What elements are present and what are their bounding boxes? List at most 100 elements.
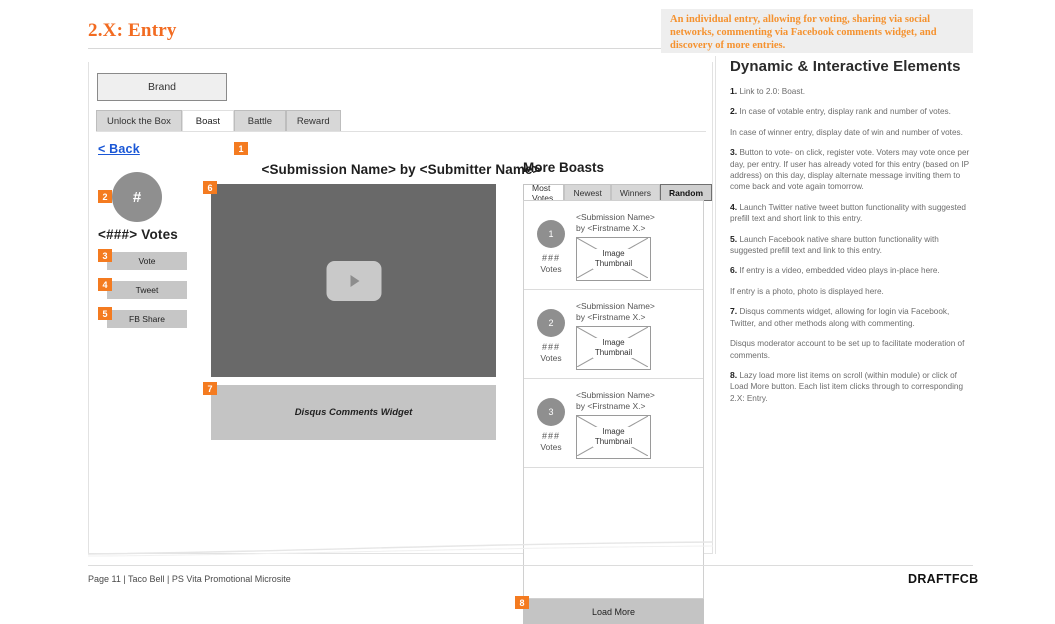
more-boasts-title: More Boasts	[523, 160, 605, 175]
annotation-item: 7. Disqus comments widget, allowing for …	[730, 306, 973, 329]
item-submission-name: <Submission Name> by <Firstname X.>	[576, 301, 655, 323]
annotation-item: 1. Link to 2.0: Boast.	[730, 86, 973, 97]
annotations-heading: Dynamic & Interactive Elements	[730, 58, 961, 75]
annotation-item: 8. Lazy load more list items on scroll (…	[730, 370, 973, 404]
annotations-list: 1. Link to 2.0: Boast. 2. In case of vota…	[730, 86, 973, 404]
tweet-button[interactable]: Tweet	[107, 281, 187, 299]
annotation-number: 5.	[730, 233, 738, 244]
item-votes-label: Votes	[540, 264, 562, 274]
filter-tab-newest[interactable]: Newest	[564, 184, 611, 201]
item-image-thumbnail[interactable]: Image Thumbnail	[576, 237, 651, 281]
entry-rank-circle: #	[112, 172, 162, 222]
annotation-number: 4.	[730, 201, 738, 212]
annotation-badge-4: 4	[98, 278, 112, 291]
play-button-icon[interactable]	[326, 260, 381, 301]
tab-bar-divider	[96, 131, 706, 132]
item-image-thumbnail[interactable]: Image Thumbnail	[576, 326, 651, 370]
annotation-number: 8.	[730, 369, 738, 380]
disqus-comments-widget[interactable]: Disqus Comments Widget	[211, 385, 496, 440]
annotation-text: In case of winner entry, display date of…	[730, 127, 963, 137]
agency-logo: DRAFTFCB	[908, 572, 979, 586]
list-item[interactable]: 3 ### Votes <Submission Name> by <Firstname …	[524, 379, 703, 468]
item-votes-label: Votes	[540, 353, 562, 363]
annotation-text: Disqus comments widget, allowing for log…	[730, 307, 950, 328]
page-title: 2.X: Entry	[88, 20, 177, 41]
vote-button[interactable]: Vote	[107, 252, 187, 270]
tab-unlock-the-box[interactable]: Unlock the Box	[96, 110, 182, 132]
annotation-item: Disqus moderator account to be set up to…	[730, 338, 973, 361]
item-submission-name: <Submission Name> by <Firstname X.>	[576, 212, 655, 234]
annotation-item: 6. If entry is a video, embedded video p…	[730, 265, 973, 276]
play-triangle-icon	[350, 274, 360, 287]
thumb-line-1: Image	[602, 249, 625, 258]
content-divider	[715, 56, 716, 554]
item-votes-count: ###	[541, 253, 561, 263]
item-rank-circle: 1	[537, 220, 565, 248]
item-votes-label: Votes	[540, 442, 562, 452]
annotation-text: In case of votable entry, display rank a…	[739, 107, 951, 117]
thumb-line-1: Image	[602, 427, 625, 436]
annotation-text: Lazy load more list items on scroll (wit…	[730, 370, 964, 403]
annotation-item: 5. Launch Facebook native share button f…	[730, 234, 973, 257]
annotation-number: 3.	[730, 147, 738, 158]
primary-tab-bar[interactable]: Unlock the Box Boast Battle Reward	[96, 110, 341, 132]
item-rank-circle: 2	[537, 309, 565, 337]
item-name-line: <Submission Name>	[576, 390, 655, 400]
fb-share-button[interactable]: FB Share	[107, 310, 187, 328]
annotation-badge-6: 6	[203, 181, 217, 194]
item-author-line: by <Firstname X.>	[576, 223, 646, 233]
annotation-text: If entry is a video, embedded video play…	[739, 266, 940, 276]
item-author-line: by <Firstname X.>	[576, 312, 646, 322]
more-boasts-filter-tabs[interactable]: Most Votes Newest Winners Random	[523, 183, 712, 203]
back-link[interactable]: < Back	[98, 142, 140, 156]
item-name-line: <Submission Name>	[576, 212, 655, 222]
thumb-line-1: Image	[602, 338, 625, 347]
more-boasts-list[interactable]: 1 ### Votes <Submission Name> by <Firstname …	[523, 200, 704, 599]
annotation-text: Button to vote- on click, register vote.…	[730, 148, 970, 192]
annotation-text: If entry is a photo, photo is displayed …	[730, 286, 884, 296]
thumb-line-2: Thumbnail	[594, 437, 633, 446]
annotation-item: If entry is a photo, photo is displayed …	[730, 286, 973, 297]
brand-logo-placeholder: Brand	[97, 73, 227, 101]
annotation-badge-1: 1	[234, 142, 248, 155]
item-name-line: <Submission Name>	[576, 301, 655, 311]
filter-tab-most-votes[interactable]: Most Votes	[523, 183, 565, 203]
annotation-badge-7: 7	[203, 382, 217, 395]
annotation-number: 7.	[730, 306, 738, 317]
annotation-text: Link to 2.0: Boast.	[739, 87, 805, 96]
tab-battle[interactable]: Battle	[233, 110, 286, 132]
list-item[interactable]: 1 ### Votes <Submission Name> by <Firstname …	[524, 201, 703, 290]
page-description-callout: An individual entry, allowing for voting…	[661, 9, 973, 53]
item-votes-count: ###	[541, 431, 561, 441]
thumbnail-label: Image Thumbnail	[577, 238, 650, 280]
tab-reward[interactable]: Reward	[285, 110, 341, 132]
item-rank-circle: 3	[537, 398, 565, 426]
item-submission-name: <Submission Name> by <Firstname X.>	[576, 390, 655, 412]
thumbnail-label: Image Thumbnail	[577, 416, 650, 458]
annotation-number: 6.	[730, 265, 738, 276]
annotation-number: 2.	[730, 106, 738, 117]
filter-tab-random[interactable]: Random	[660, 184, 712, 201]
annotations-panel: Dynamic & Interactive Elements 1. Link t…	[730, 58, 973, 413]
entry-votes-label: <###> Votes	[98, 227, 179, 242]
annotation-number: 1.	[730, 86, 738, 96]
annotation-text: Launch Facebook native share button func…	[730, 234, 939, 256]
annotation-badge-3: 3	[98, 249, 112, 262]
footer-divider	[88, 565, 973, 566]
item-image-thumbnail[interactable]: Image Thumbnail	[576, 415, 651, 459]
thumbnail-label: Image Thumbnail	[577, 327, 650, 369]
annotation-badge-2: 2	[98, 190, 112, 203]
annotation-text: Launch Twitter native tweet button funct…	[730, 202, 966, 224]
load-more-button[interactable]: Load More	[523, 599, 704, 624]
tab-boast[interactable]: Boast	[181, 110, 234, 132]
item-author-line: by <Firstname X.>	[576, 401, 646, 411]
thumb-line-2: Thumbnail	[594, 348, 633, 357]
annotation-badge-8: 8	[515, 596, 529, 609]
footer-page-info: Page 11 | Taco Bell | PS Vita Promotiona…	[88, 574, 291, 584]
entry-video-player[interactable]	[211, 184, 496, 377]
annotation-item: 3. Button to vote- on click, register vo…	[730, 147, 973, 193]
filter-tab-winners[interactable]: Winners	[610, 184, 660, 201]
list-item[interactable]: 2 ### Votes <Submission Name> by <Firstname …	[524, 290, 703, 379]
annotation-text: Disqus moderator account to be set up to…	[730, 339, 965, 360]
wireframe-canvas: Brand Unlock the Box Boast Battle Reward < …	[88, 62, 713, 624]
